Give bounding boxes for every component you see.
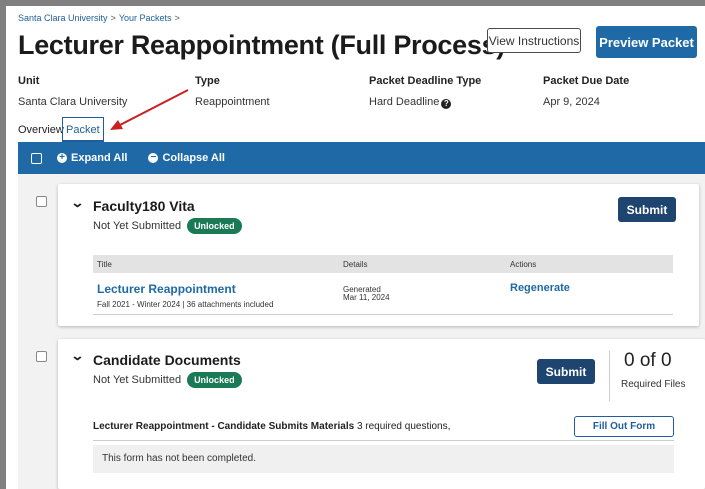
required-files-count: 0 of 0 [624, 350, 672, 371]
tab-packet[interactable]: Packet [62, 117, 104, 143]
breadcrumb: Santa Clara University > Your Packets > [18, 13, 183, 23]
submit-button[interactable]: Submit [537, 359, 595, 384]
section-title: Faculty180 Vita [93, 198, 195, 214]
section-checkbox-candidate[interactable] [36, 351, 47, 362]
view-instructions-button[interactable]: View Instructions [487, 28, 581, 53]
status-text: Not Yet Submitted [93, 220, 182, 232]
column-title: Title [97, 260, 112, 269]
meta-deadline-type-value: Hard Deadline? [369, 96, 481, 109]
deadline-type-text: Hard Deadline [369, 96, 440, 108]
tab-overview[interactable]: Overview [18, 124, 64, 136]
minus-circle-icon: − [148, 153, 159, 163]
divider [93, 440, 674, 441]
breadcrumb-separator: > [174, 13, 180, 23]
meta-type-label: Type [195, 75, 220, 87]
document-subtitle: Fall 2021 - Winter 2024 | 36 attachments… [97, 300, 274, 309]
preview-packet-button[interactable]: Preview Packet [596, 26, 697, 58]
meta-type-value: Reappointment [195, 96, 270, 108]
collapse-all-button[interactable]: − Collapse All [148, 152, 225, 164]
section-checkbox-faculty[interactable] [36, 196, 47, 207]
meta-due-date-value: Apr 9, 2024 [543, 96, 600, 108]
column-actions: Actions [510, 260, 537, 269]
breadcrumb-link-university[interactable]: Santa Clara University [18, 13, 108, 23]
chevron-down-icon[interactable]: ⌄ [70, 348, 84, 364]
form-questions: 3 required questions, [356, 421, 451, 432]
required-files-label: Required Files [621, 379, 686, 390]
packet-toolbar: + Expand All − Collapse All [18, 142, 705, 174]
section-status: Not Yet Submitted Unlocked [93, 218, 242, 234]
help-icon[interactable]: ? [441, 99, 452, 109]
fill-out-form-button[interactable]: Fill Out Form [574, 416, 674, 437]
regenerate-link[interactable]: Regenerate [510, 282, 570, 294]
page-title: Lecturer Reappointment (Full Process) [18, 30, 505, 60]
chevron-down-icon[interactable]: ⌄ [70, 195, 84, 211]
page-frame: Santa Clara University > Your Packets > Lec… [6, 6, 705, 489]
plus-circle-icon: + [57, 153, 67, 163]
form-line: Lecturer Reappointment - Candidate Submi… [93, 421, 450, 432]
column-details: Details [343, 260, 368, 269]
submit-button[interactable]: Submit [618, 197, 676, 222]
section-title: Candidate Documents [93, 352, 241, 368]
annotation-arrow-icon [110, 89, 189, 130]
meta-type: Type Reappointment [195, 75, 270, 108]
breadcrumb-separator: > [110, 13, 116, 23]
select-all-checkbox[interactable] [31, 152, 42, 164]
section-status: Not Yet Submitted Unlocked [93, 372, 242, 388]
collapse-all-label: Collapse All [162, 152, 225, 164]
status-badge: Unlocked [187, 372, 242, 388]
meta-deadline-type: Packet Deadline Type Hard Deadline? [369, 75, 481, 109]
meta-due-date: Packet Due Date Apr 9, 2024 [543, 75, 629, 108]
section-card-candidate: ⌄ Candidate Documents Not Yet Submitted … [58, 339, 705, 489]
table-row: Lecturer Reappointment Fall 2021 - Winte… [93, 273, 673, 315]
form-name: Lecturer Reappointment - Candidate Submi… [93, 421, 355, 432]
document-link[interactable]: Lecturer Reappointment [97, 282, 236, 296]
meta-deadline-type-label: Packet Deadline Type [369, 75, 482, 87]
meta-due-date-label: Packet Due Date [543, 75, 630, 87]
expand-all-label: Expand All [71, 152, 128, 164]
breadcrumb-link-packets[interactable]: Your Packets [119, 13, 172, 23]
status-badge: Unlocked [187, 218, 242, 234]
form-status-note: This form has not been completed. [93, 445, 674, 473]
section-card-faculty: ⌄ Faculty180 Vita Not Yet Submitted Unlo… [58, 184, 699, 326]
table-header: Title Details Actions [93, 255, 673, 273]
status-text: Not Yet Submitted [93, 374, 182, 386]
divider [609, 351, 610, 401]
details-date: Mar 11, 2024 [343, 293, 390, 302]
expand-all-button[interactable]: + Expand All [57, 152, 127, 164]
